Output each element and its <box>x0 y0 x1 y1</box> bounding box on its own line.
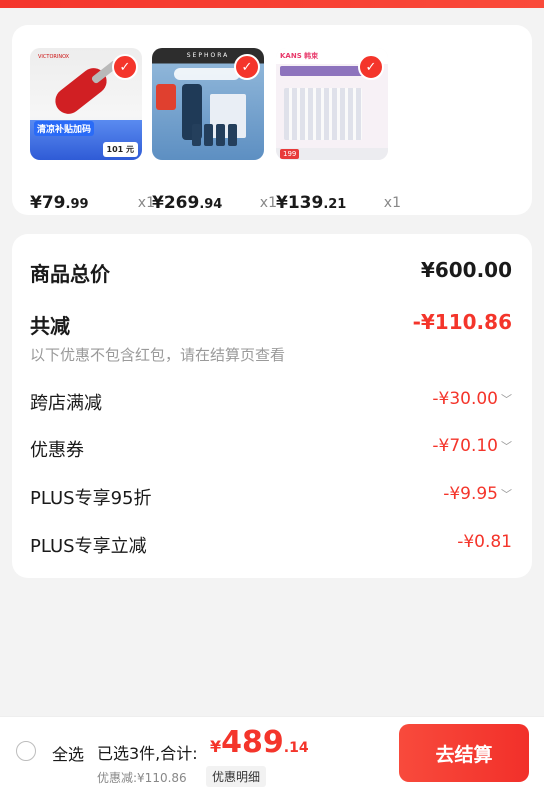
product-item-1[interactable]: VICTORINOX 清凉补贴加码 101 元 ✓ ¥79.99 x1 <box>30 48 155 213</box>
chevron-down-icon[interactable]: ﹀ <box>501 394 512 405</box>
price-row: ¥79.99 x1 <box>30 193 155 217</box>
select-all-label[interactable]: 全选 <box>52 741 84 765</box>
select-all-radio[interactable] <box>16 741 36 761</box>
mini-bottle-icon <box>228 124 237 146</box>
discount-value: -¥0.81 <box>457 532 512 552</box>
discount-row-coupon[interactable]: 优惠券 -¥70.10 ﹀ <box>30 436 512 462</box>
mini-bottle-icon <box>204 124 213 146</box>
checkout-bar: 全选 已选3件,合计: ¥489.14 优惠减:¥110.86 优惠明细 去结算 <box>0 716 544 801</box>
total-price-label: 商品总价 <box>30 262 110 286</box>
mask-sheets-icon <box>284 88 362 140</box>
price-chip: 101 元 <box>102 142 138 157</box>
discount-row-plus-95[interactable]: PLUS专享95折 -¥9.95 ﹀ <box>30 484 512 510</box>
checkmark-icon[interactable]: ✓ <box>358 54 384 80</box>
selected-products-card: VICTORINOX 清凉补贴加码 101 元 ✓ ¥79.99 x1 SEPH… <box>12 25 532 215</box>
chevron-down-icon[interactable]: ﹀ <box>501 441 512 452</box>
product-price: ¥269.94 <box>152 193 223 213</box>
checkout-button[interactable]: 去结算 <box>399 724 529 782</box>
promo-banner <box>280 66 368 76</box>
discount-row-plus-instant: PLUS专享立减 -¥0.81 <box>30 532 512 558</box>
mini-bottle-icon <box>192 124 201 146</box>
selected-count: 已选3件,合计: <box>97 744 198 763</box>
product-thumbnail[interactable]: SEPHORA ✓ <box>152 48 264 160</box>
total-price-value: ¥600.00 <box>420 258 512 282</box>
product-thumbnail[interactable]: VICTORINOX 清凉补贴加码 101 元 ✓ <box>30 48 142 160</box>
promo-badge <box>156 84 176 110</box>
total-reduction-value: -¥110.86 <box>412 310 512 334</box>
promo-badge: 清凉补贴加码 <box>34 121 95 136</box>
discount-value[interactable]: -¥30.00 ﹀ <box>432 389 512 409</box>
top-accent-strip <box>0 0 544 8</box>
price-row: ¥139.21 x1 <box>276 193 401 217</box>
product-price: ¥139.21 <box>276 193 347 213</box>
product-quantity: x1 <box>383 195 401 211</box>
product-thumbnail[interactable]: KANS 韩束 199 ✓ <box>276 48 388 160</box>
checkmark-icon[interactable]: ✓ <box>234 54 260 80</box>
promo-pill <box>174 68 240 80</box>
chevron-down-icon[interactable]: ﹀ <box>501 489 512 500</box>
discount-label: 跨店满减 <box>30 393 102 414</box>
total-amount: ¥489.14 <box>210 725 309 760</box>
discount-label: PLUS专享立减 <box>30 536 147 557</box>
price-row: ¥269.94 x1 <box>152 193 277 217</box>
discount-detail-button[interactable]: 优惠明细 <box>206 766 267 787</box>
product-quantity: x1 <box>259 195 277 211</box>
brand-logo: KANS 韩束 <box>280 52 319 60</box>
price-tag: 199 <box>280 149 300 159</box>
checkmark-icon[interactable]: ✓ <box>112 54 138 80</box>
discount-row-cross-store[interactable]: 跨店满减 -¥30.00 ﹀ <box>30 389 512 415</box>
brand-logo: VICTORINOX <box>38 54 70 60</box>
product-price: ¥79.99 <box>30 193 89 213</box>
total-reduction-row: 共减 -¥110.86 <box>30 310 512 338</box>
mini-bottle-icon <box>216 124 225 146</box>
product-item-3[interactable]: KANS 韩束 199 ✓ ¥139.21 x1 <box>276 48 401 213</box>
discount-value[interactable]: -¥70.10 ﹀ <box>432 436 512 456</box>
discount-note: 以下优惠不包含红包，请在结算页查看 <box>30 346 286 364</box>
price-summary-card: 商品总价 ¥600.00 共减 -¥110.86 以下优惠不包含红包，请在结算页… <box>12 234 532 578</box>
total-price-row: 商品总价 ¥600.00 <box>30 258 512 286</box>
discount-label: 优惠券 <box>30 440 84 461</box>
discount-value[interactable]: -¥9.95 ﹀ <box>443 484 512 504</box>
product-item-2[interactable]: SEPHORA ✓ ¥269.94 x1 <box>152 48 277 213</box>
total-reduction-label: 共减 <box>30 314 70 338</box>
discount-summary: 优惠减:¥110.86 <box>97 771 187 785</box>
discount-label: PLUS专享95折 <box>30 488 152 509</box>
